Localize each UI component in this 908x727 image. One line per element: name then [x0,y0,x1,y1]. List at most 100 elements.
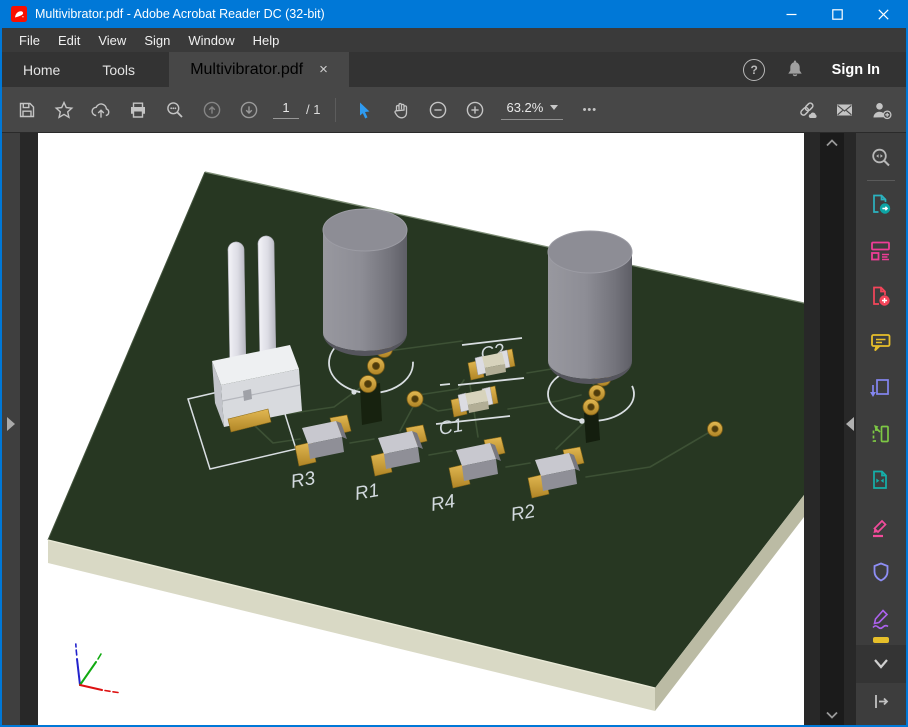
page-total-label: / 1 [306,102,320,117]
zoom-in-button[interactable] [456,92,493,128]
main-toolbar: 1 / 1 63.2% ••• [2,87,906,133]
sidebar-comment-button[interactable] [864,326,898,360]
search-tools-icon [868,145,894,171]
protect-shield-icon [868,560,894,586]
sidebar-export-pdf-button[interactable] [864,188,898,222]
more-tools-button[interactable]: ••• [571,92,608,128]
page-number-input[interactable]: 1 [273,100,299,119]
previous-page-button[interactable] [193,92,230,128]
notifications-button[interactable] [777,52,814,88]
capacitor-cylinder-left [323,209,407,356]
sidebar-search-tools-button[interactable] [864,141,898,175]
zoom-level-dropdown[interactable]: 63.2% [501,100,563,120]
sidebar-create-pdf-button[interactable] [864,280,898,314]
next-page-button[interactable] [230,92,267,128]
page-down-icon [239,100,259,120]
share-link-button[interactable] [789,92,826,128]
label-r4: R4 [429,491,457,516]
share-cloud-button[interactable] [82,92,119,128]
hidden-tool-peek-icon [873,637,889,643]
tools-sidebar [856,133,906,725]
sign-in-button[interactable]: Sign In [832,62,880,78]
acrobat-window: Multivibrator.pdf - Adobe Acrobat Reader… [0,0,908,727]
window-title: Multivibrator.pdf - Adobe Acrobat Reader… [35,7,325,21]
save-button[interactable] [8,92,45,128]
chevron-down-icon [550,105,558,110]
close-button[interactable] [860,0,906,28]
sidebar-scroll-more-button[interactable] [856,645,906,683]
minimize-icon [786,9,797,20]
help-icon: ? [743,59,765,81]
tab-document[interactable]: Multivibrator.pdf × [169,52,349,87]
cloud-upload-icon [90,100,111,120]
tabbar-right: ? Sign In [736,52,906,87]
close-icon [878,9,889,20]
acrobat-app-icon [11,6,27,22]
print-button[interactable] [119,92,156,128]
person-plus-icon [871,100,893,120]
bell-icon [783,58,807,82]
sidebar-divider [867,180,895,181]
printer-icon [128,100,148,120]
main-area: R3 R1 R4 R2 C1 C2 [2,133,906,725]
collapse-panel-icon [868,689,894,715]
hand-icon [391,100,411,120]
minus-circle-icon [428,100,448,120]
menu-window[interactable]: Window [179,28,243,52]
maximize-button[interactable] [814,0,860,28]
page-navigation: 1 / 1 [273,100,320,119]
tab-tools[interactable]: Tools [81,52,156,87]
favorites-button[interactable] [45,92,82,128]
window-controls [768,0,906,28]
label-r1: R1 [353,480,381,505]
edit-pdf-icon [868,422,894,448]
certificates-sign-icon [868,606,894,632]
pdf-page[interactable]: R3 R1 R4 R2 C1 C2 [38,133,804,725]
toolbar-separator [335,98,336,122]
zoom-out-button[interactable] [419,92,456,128]
tab-document-label: Multivibrator.pdf [190,61,303,79]
select-tool-button[interactable] [345,92,382,128]
label-r3: R3 [289,468,317,493]
left-panel-rail[interactable] [2,133,20,725]
compress-pdf-icon [868,468,894,494]
fill-sign-icon [868,514,894,540]
sidebar-organize-pages-button[interactable] [864,372,898,406]
hand-tool-button[interactable] [382,92,419,128]
sidebar-fill-sign-button[interactable] [864,510,898,544]
send-email-button[interactable] [826,92,863,128]
scroll-up-icon[interactable] [826,139,838,147]
help-button[interactable]: ? [736,52,773,88]
tab-home[interactable]: Home [2,52,81,87]
expand-left-panel-icon[interactable] [7,417,15,431]
link-icon [797,100,819,120]
star-icon [54,100,74,120]
label-c1: C1 [437,415,465,440]
chevron-down-icon [870,657,892,671]
pointer-icon [354,100,374,120]
search-icon [165,100,185,120]
sidebar-combine-files-button[interactable] [864,234,898,268]
comment-icon [868,330,894,356]
minimize-button[interactable] [768,0,814,28]
find-button[interactable] [156,92,193,128]
tab-close-icon[interactable]: × [319,62,328,77]
sidebar-edit-pdf-button[interactable] [864,418,898,452]
menu-file[interactable]: File [10,28,49,52]
sidebar-collapse-button[interactable] [864,685,898,719]
add-account-button[interactable] [863,92,900,128]
menu-edit[interactable]: Edit [49,28,89,52]
scroll-down-icon[interactable] [826,711,838,719]
zoom-level-value: 63.2% [506,100,543,115]
save-icon [17,100,37,120]
sidebar-certificates-button[interactable] [864,602,898,636]
create-pdf-icon [868,284,894,310]
collapse-right-panel-icon[interactable] [846,417,854,431]
menu-sign[interactable]: Sign [135,28,179,52]
menu-view[interactable]: View [89,28,135,52]
sidebar-compress-pdf-button[interactable] [864,464,898,498]
sidebar-protect-button[interactable] [864,556,898,590]
document-scrollbar[interactable] [820,133,844,725]
plus-circle-icon [465,100,485,120]
menu-help[interactable]: Help [244,28,289,52]
